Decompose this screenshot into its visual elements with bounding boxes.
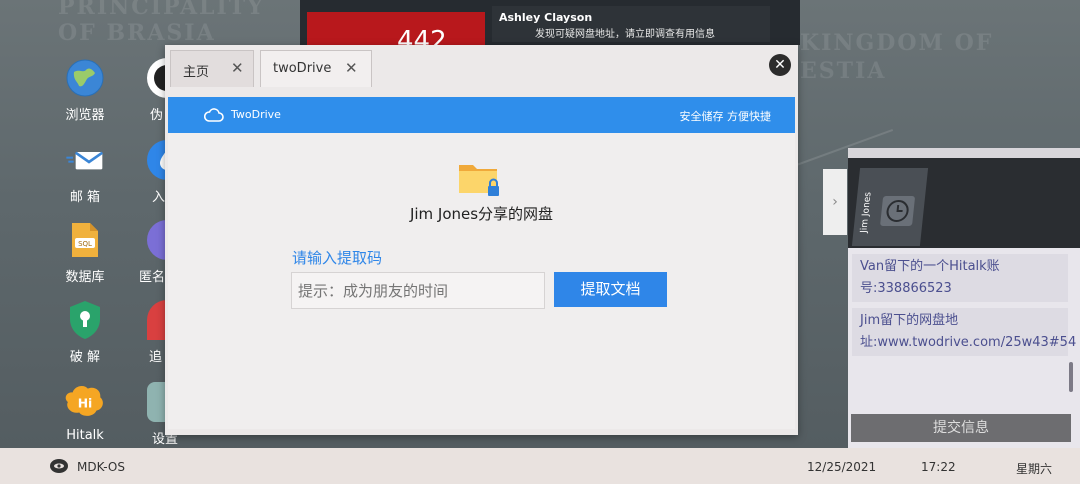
taskbar: MDK-OS 12/25/2021 17:22 星期六 [0,448,1080,484]
character-name: Jim Jones [859,192,874,233]
clue-text: Van留下的一个Hitalk账号:338866523 [860,259,1000,296]
desktop-icon-label: 邮 箱 [69,190,101,205]
desktop-icon-hitalk[interactable]: Hi Hitalk [45,382,125,443]
taskbar-time: 17:22 [921,460,956,474]
os-name: MDK-OS [77,460,125,474]
twodrive-header: TwoDrive 安全储存 方便快捷 [168,97,795,133]
clue-item[interactable]: Van留下的一个Hitalk账号:338866523 [852,254,1068,302]
desktop-icon-label: 数据库 [65,270,105,285]
twodrive-slogan: 安全储存 方便快捷 [679,110,772,123]
os-logo-icon[interactable] [49,458,69,474]
map-watermark: ESTIA [800,58,887,84]
hitalk-icon: Hi [65,382,105,422]
alert-counter-panel: 442 [307,12,485,46]
bomb-clock-icon [880,196,915,226]
chevron-right-icon: › [832,194,838,210]
tab-home[interactable]: 主页 ✕ [170,50,254,87]
panel-scrollbar[interactable] [1069,362,1073,392]
taskbar-date: 12/25/2021 [807,460,877,474]
browser-window: 主页 ✕ twoDrive ✕ TwoDrive 安全储存 方便快捷 Jim J… [165,45,798,435]
panel-expand-button[interactable]: › [823,169,847,235]
svg-text:SQL: SQL [78,240,92,248]
svg-text:Hi: Hi [78,397,93,411]
extract-code-input[interactable] [291,272,545,309]
twodrive-brand: TwoDrive [231,108,281,121]
window-close-button[interactable]: ✕ [769,54,791,76]
close-icon: ✕ [774,57,786,73]
taskbar-day: 星期六 [1016,462,1053,476]
character-card[interactable]: Jim Jones [851,168,929,246]
desktop-icon-mail[interactable]: 邮 箱 [45,140,125,205]
notification-card[interactable]: Ashley Clayson 发现可疑网盘地址，请立即调查有用信息 [492,6,770,42]
clue-panel: Jim Jones Van留下的一个Hitalk账号:338866523 Jim… [848,148,1080,448]
fetch-document-button[interactable]: 提取文档 [554,272,667,307]
extract-code-label: 请输入提取码 [292,249,383,267]
share-title: Jim Jones分享的网盘 [409,205,554,223]
tab-close-icon[interactable]: ✕ [231,59,244,77]
tab-twodrive[interactable]: twoDrive ✕ [260,50,372,87]
database-sql-icon: SQL [65,220,105,260]
map-watermark: PRINCIPALITY [58,0,265,20]
desktop-icon-label: 破 解 [69,350,101,365]
tab-label: twoDrive [273,61,332,76]
tab-close-icon[interactable]: ✕ [345,59,358,77]
locked-folder-icon [459,165,499,196]
desktop-icon-browser[interactable]: 浏览器 [45,58,125,123]
mail-icon [65,140,105,180]
twodrive-page: TwoDrive 安全储存 方便快捷 Jim Jones分享的网盘 请输入提取码… [168,97,795,429]
notification-sender: Ashley Clayson [499,11,593,24]
tab-label: 主页 [183,65,210,80]
desktop-icon-label: 浏览器 [65,108,105,123]
character-card-area: Jim Jones [848,148,1080,248]
desktop-icon-database[interactable]: SQL 数据库 [45,220,125,285]
notification-message: 发现可疑网盘地址，请立即调查有用信息 [535,29,715,40]
submit-info-button[interactable]: 提交信息 [851,414,1071,442]
shield-keyhole-icon [65,300,105,340]
clue-text: Jim留下的网盘地址:www.twodrive.com/25w43#54 [860,313,1077,350]
globe-icon [65,58,105,98]
clue-item[interactable]: Jim留下的网盘地址:www.twodrive.com/25w43#54 [852,308,1076,356]
desktop-icon-crack[interactable]: 破 解 [45,300,125,365]
alert-counter: 442 [397,26,447,46]
desktop-icon-label: Hitalk [66,428,104,443]
map-watermark: KINGDOM OF [800,30,994,56]
cloud-icon [204,108,224,122]
map-watermark: OF BRASIA [58,20,216,46]
